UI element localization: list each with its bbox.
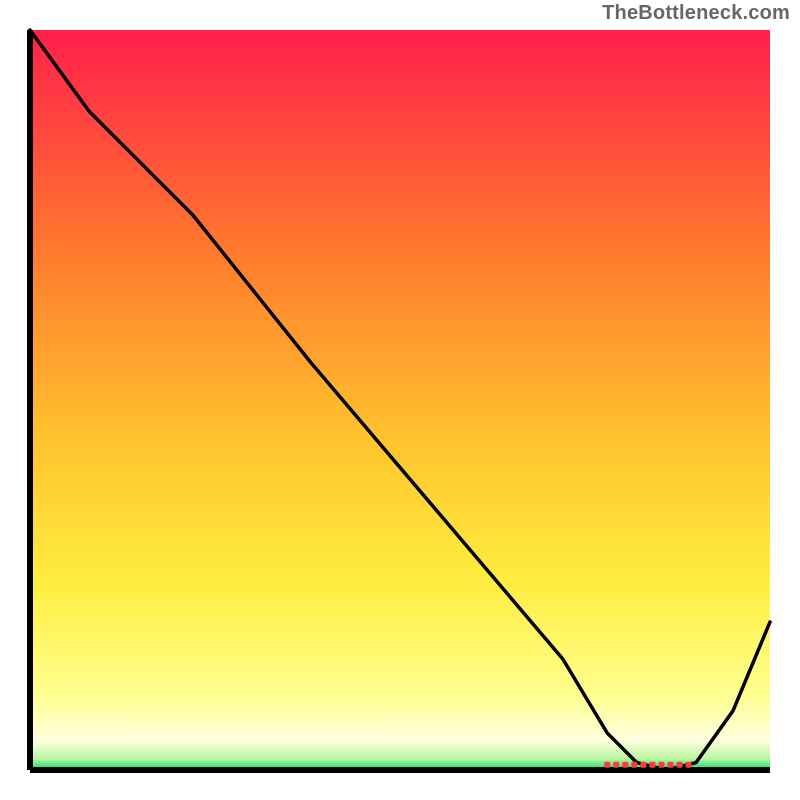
optimum-dot [640, 762, 646, 768]
optimum-dot [668, 762, 674, 768]
chart-container: { "attribution": "TheBottleneck.com", "c… [0, 0, 800, 800]
optimum-dot [659, 762, 665, 768]
optimum-dot [604, 762, 610, 768]
optimum-dot [622, 762, 628, 768]
optimum-dot [686, 762, 692, 768]
bottleneck-chart [0, 0, 800, 800]
plot-background [30, 30, 770, 770]
optimum-dot [677, 762, 683, 768]
optimum-dot [631, 762, 637, 768]
optimum-dot [649, 762, 655, 768]
optimum-dot [613, 762, 619, 768]
